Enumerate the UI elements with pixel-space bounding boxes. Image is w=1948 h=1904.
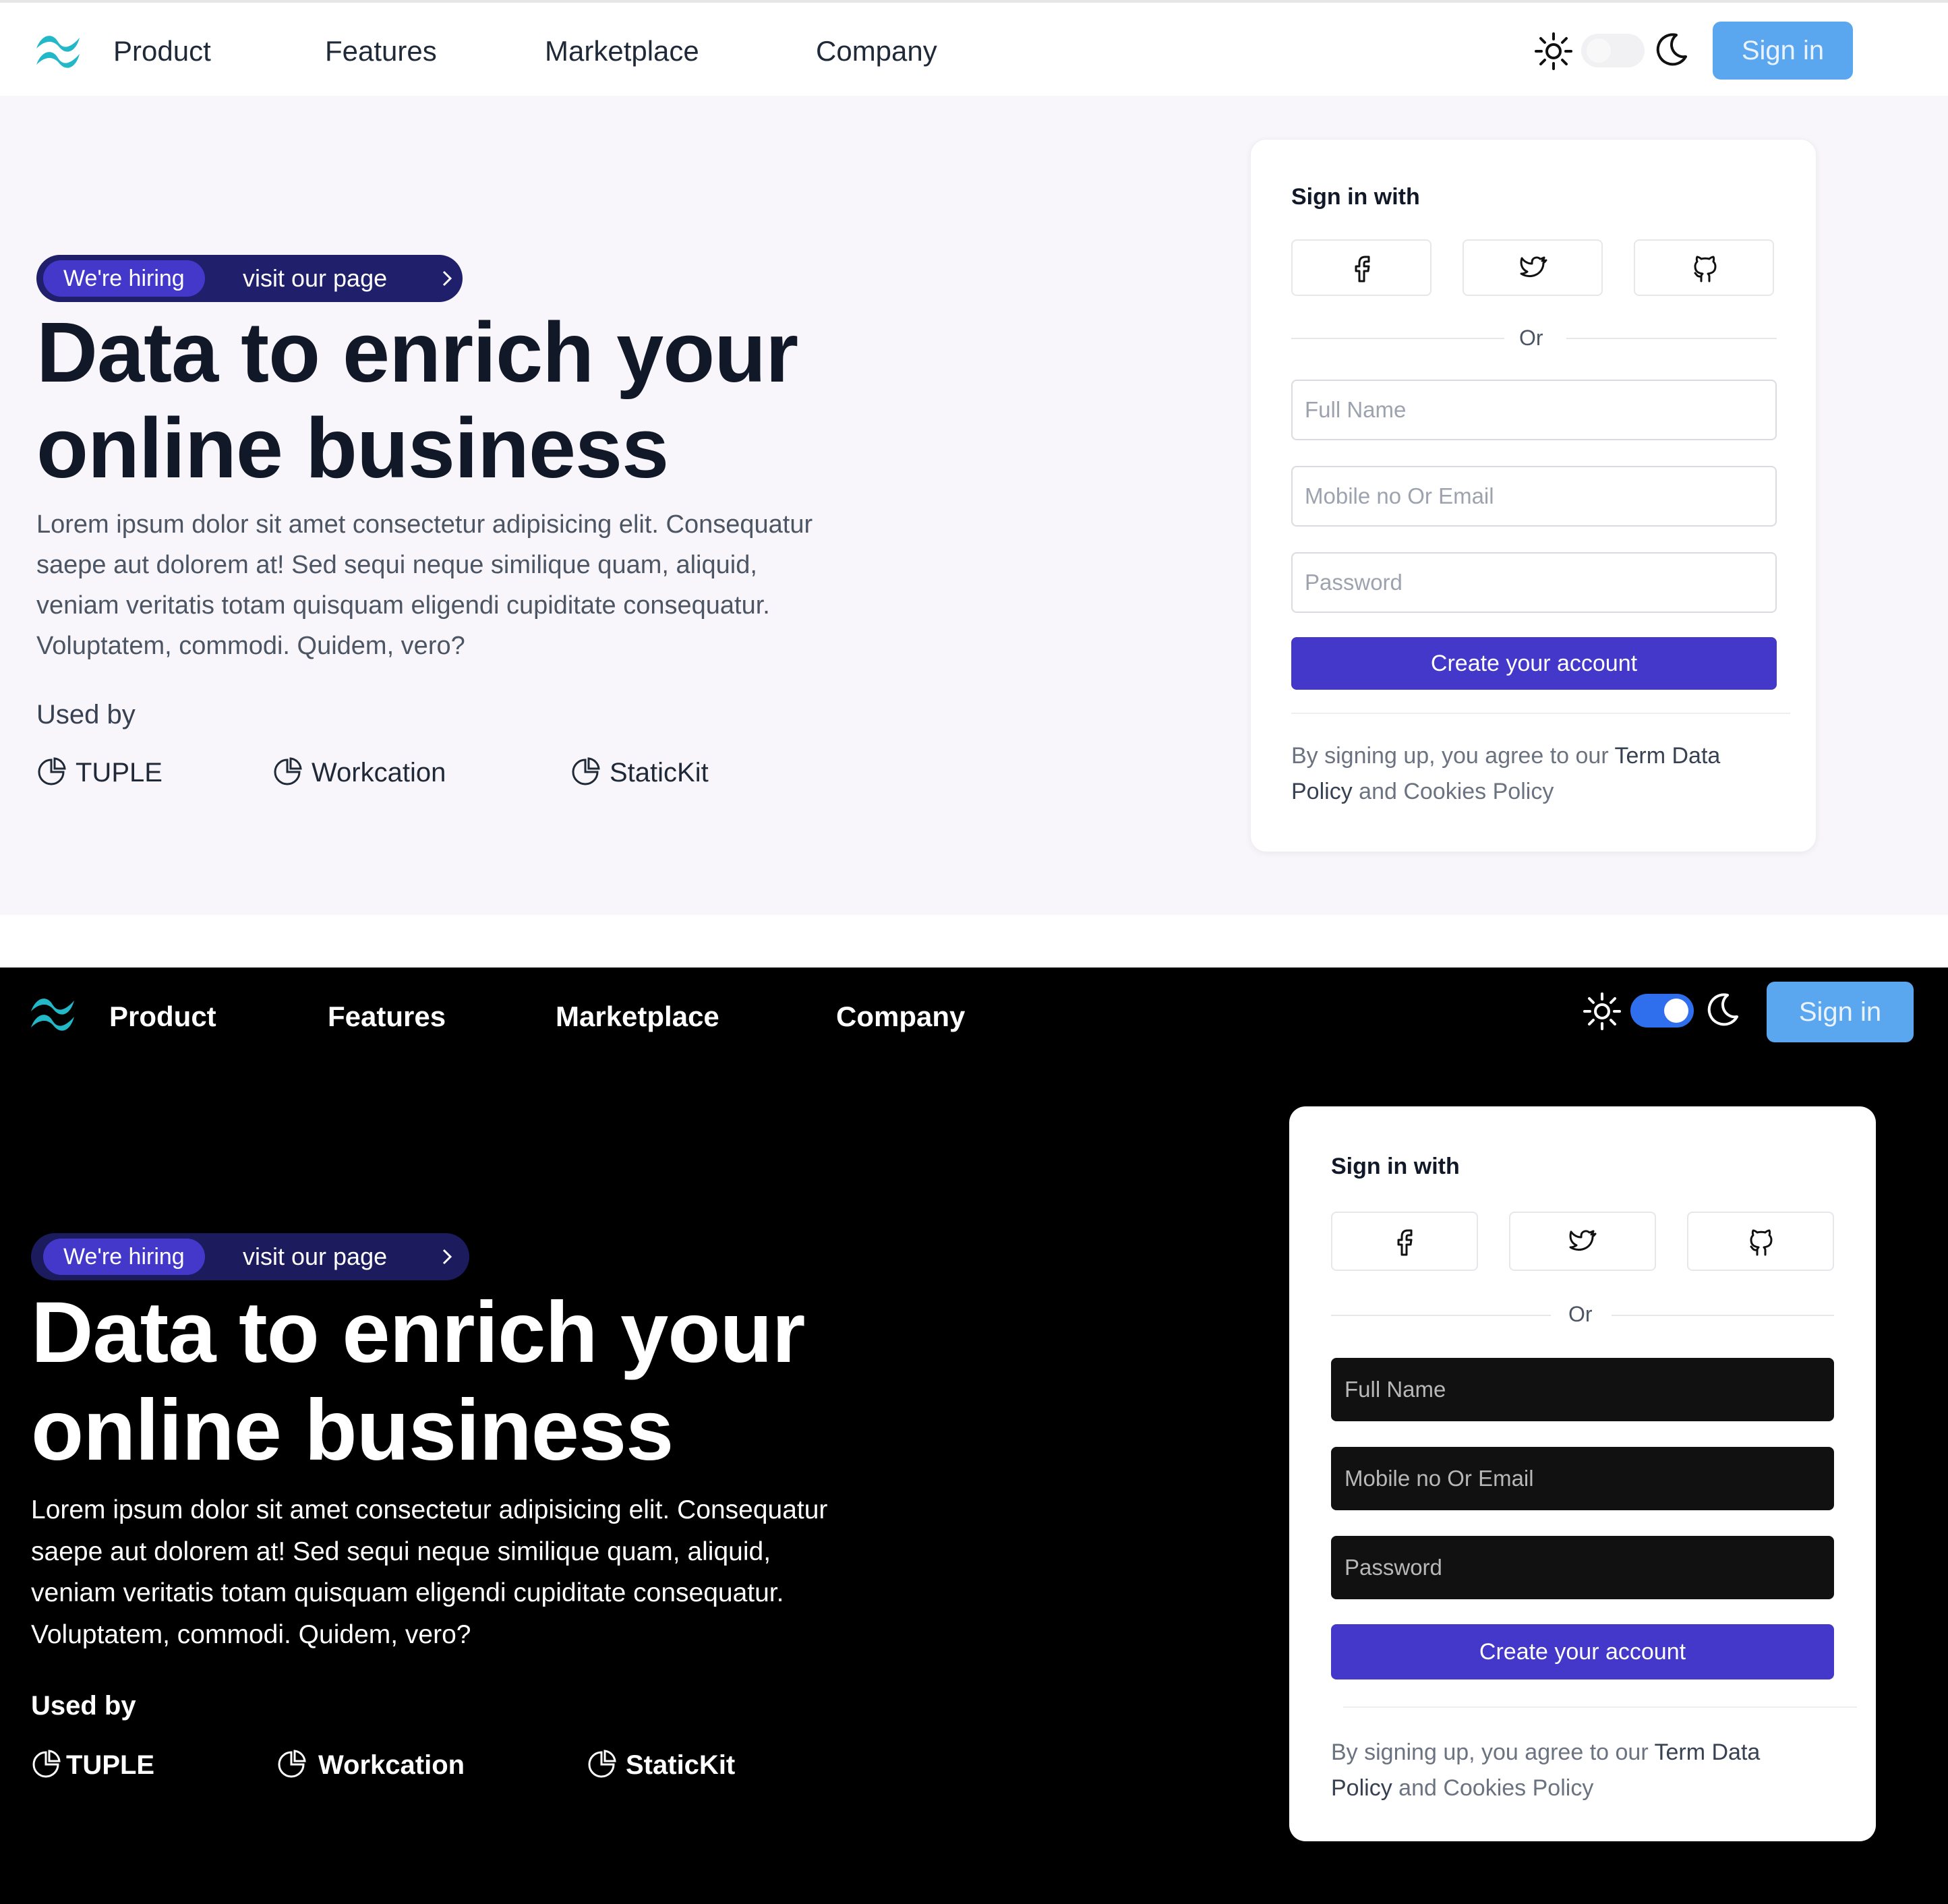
navbar: Product Features Marketplace Company Sig… (0, 971, 1948, 1067)
light-theme-panel: Product Features Marketplace Company Sig… (0, 0, 1948, 915)
nav-link-marketplace[interactable]: Marketplace (556, 1001, 719, 1033)
create-account-button[interactable]: Create your account (1331, 1624, 1834, 1679)
hero-paragraph: Lorem ipsum dolor sit amet consectetur a… (31, 1489, 827, 1655)
hiring-link[interactable]: visit our page (243, 255, 387, 302)
facebook-icon (1355, 256, 1370, 282)
paragraph-line: Voluptatem, commodi. Quidem, vero? (36, 632, 465, 661)
moon-icon (1707, 993, 1738, 1026)
sign-in-button[interactable]: Sign in (1767, 982, 1914, 1042)
nav-link-company[interactable]: Company (816, 35, 937, 67)
create-account-button[interactable]: Create your account (1291, 637, 1777, 690)
cookies-policy-link[interactable]: Cookies Policy (1443, 1775, 1593, 1801)
github-icon (1694, 256, 1717, 282)
paragraph-line: saepe aut dolorem at! Sed sequi neque si… (36, 551, 757, 580)
theme-toggle[interactable] (1581, 34, 1645, 67)
moon-icon (1656, 33, 1687, 66)
term-data-policy-link[interactable]: Term Data (1614, 743, 1720, 769)
divider-line (1566, 338, 1777, 339)
card-title: Sign in with (1331, 1154, 1460, 1179)
paragraph-line: Voluptatem, commodi. Quidem, vero? (31, 1619, 471, 1649)
signup-card: Sign in with Or Create your account By s… (1250, 139, 1817, 852)
cookies-policy-link[interactable]: Cookies Policy (1403, 779, 1554, 804)
password-input[interactable] (1291, 552, 1777, 613)
headline-line-2: online business (31, 1381, 674, 1479)
pie-chart-icon (274, 757, 302, 785)
nav-link-product[interactable]: Product (113, 35, 211, 67)
divider-line (1291, 338, 1504, 339)
nav-link-features[interactable]: Features (328, 1001, 446, 1033)
chevron-right-icon (442, 270, 452, 287)
tailwind-logo-icon[interactable] (26, 986, 80, 1040)
used-by-label: Used by (36, 700, 136, 730)
or-separator: Or (1568, 1302, 1593, 1326)
headline-line-1: Data to enrich your (31, 1284, 805, 1381)
headline-line-2: online business (36, 400, 669, 496)
headline-line-1: Data to enrich your (36, 305, 798, 400)
hiring-tag: We're hiring (43, 260, 205, 297)
facebook-button[interactable] (1291, 239, 1432, 296)
hiring-banner[interactable]: We're hiring visit our page (31, 1233, 469, 1280)
hiring-banner[interactable]: We're hiring visit our page (36, 255, 463, 302)
hero-headline: Data to enrich your online business (36, 305, 798, 497)
theme-toggle-knob (1587, 38, 1611, 63)
signup-card: Sign in with Or Create your account By s… (1289, 1106, 1876, 1841)
hero-headline: Data to enrich your online business (31, 1284, 805, 1479)
terms-text: By signing up, you agree to our Term Dat… (1291, 743, 1721, 804)
divider-line (1331, 1315, 1551, 1316)
tailwind-logo-icon[interactable] (31, 23, 85, 77)
twitter-button[interactable] (1509, 1212, 1656, 1271)
hero-paragraph: Lorem ipsum dolor sit amet consectetur a… (36, 504, 813, 666)
twitter-button[interactable] (1463, 239, 1603, 296)
paragraph-line: Lorem ipsum dolor sit amet consectetur a… (31, 1495, 828, 1524)
github-button[interactable] (1634, 239, 1774, 296)
card-title: Sign in with (1291, 184, 1420, 210)
nav-link-company[interactable]: Company (836, 1001, 965, 1033)
pie-chart-icon (588, 1750, 616, 1778)
card-divider (1291, 713, 1790, 714)
twitter-icon (1569, 1230, 1597, 1251)
paragraph-line: veniam veritatis totam quisquam eligendi… (36, 591, 770, 620)
theme-toggle-knob (1664, 999, 1688, 1023)
full-name-input[interactable] (1331, 1358, 1834, 1421)
pie-chart-icon (572, 757, 600, 785)
navbar: Product Features Marketplace Company Sig… (0, 0, 1948, 96)
sun-icon (1583, 992, 1621, 1030)
chevron-right-icon (442, 1249, 452, 1265)
used-by-label: Used by (31, 1691, 136, 1721)
theme-toggle[interactable] (1630, 994, 1694, 1028)
hiring-tag: We're hiring (43, 1239, 205, 1275)
paragraph-line: veniam veritatis totam quisquam eligendi… (31, 1578, 784, 1608)
panel-separator (0, 915, 1948, 968)
terms-text: By signing up, you agree to our Term Dat… (1331, 1739, 1761, 1801)
sign-in-button[interactable]: Sign in (1713, 22, 1853, 80)
facebook-icon (1397, 1229, 1413, 1256)
nav-link-marketplace[interactable]: Marketplace (545, 35, 699, 67)
hiring-link[interactable]: visit our page (243, 1233, 387, 1280)
pie-chart-icon (278, 1750, 306, 1778)
nav-link-features[interactable]: Features (325, 35, 437, 67)
contact-input[interactable] (1331, 1447, 1834, 1510)
password-input[interactable] (1331, 1536, 1834, 1599)
sun-icon (1535, 32, 1572, 70)
divider-line (1612, 1315, 1834, 1316)
term-data-policy-link-cont[interactable]: Policy (1331, 1775, 1392, 1801)
full-name-input[interactable] (1291, 380, 1777, 440)
facebook-button[interactable] (1331, 1212, 1478, 1271)
term-data-policy-link-cont[interactable]: Policy (1291, 779, 1353, 804)
or-separator: Or (1519, 326, 1543, 350)
nav-link-product[interactable]: Product (109, 1001, 216, 1033)
twitter-icon (1520, 256, 1547, 278)
term-data-policy-link[interactable]: Term Data (1654, 1739, 1760, 1765)
github-icon (1750, 1229, 1773, 1256)
paragraph-line: Lorem ipsum dolor sit amet consectetur a… (36, 510, 813, 539)
pie-chart-icon (32, 1750, 61, 1778)
github-button[interactable] (1687, 1212, 1834, 1271)
contact-input[interactable] (1291, 466, 1777, 527)
paragraph-line: saepe aut dolorem at! Sed sequi neque si… (31, 1537, 771, 1566)
dark-theme-panel: Product Features Marketplace Company Sig… (0, 968, 1948, 1904)
card-divider (1343, 1706, 1857, 1708)
pie-chart-icon (38, 757, 66, 785)
